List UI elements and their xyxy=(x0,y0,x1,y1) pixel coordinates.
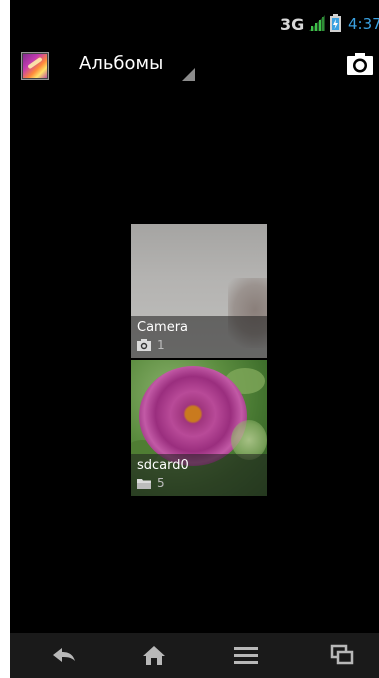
dropdown-caret-icon[interactable] xyxy=(182,68,195,81)
camera-small-icon xyxy=(137,339,151,351)
recent-apps-icon[interactable] xyxy=(328,643,356,667)
folder-icon xyxy=(137,479,151,489)
album-count: 1 xyxy=(157,338,165,352)
album-caption: Camera 1 xyxy=(131,316,267,358)
album-title: Camera xyxy=(137,320,189,335)
status-clock: 4:37 xyxy=(348,15,379,33)
album-caption: sdcard0 5 xyxy=(131,454,267,496)
album-title: sdcard0 xyxy=(137,458,189,473)
page-title[interactable]: Альбомы xyxy=(79,53,163,74)
back-icon[interactable] xyxy=(50,643,78,667)
album-count: 5 xyxy=(157,476,165,490)
home-icon[interactable] xyxy=(140,643,168,667)
navigation-bar xyxy=(10,633,379,678)
gallery-app-icon[interactable] xyxy=(21,52,49,80)
gallery-screen: 3G 4:37 Альбомы Camera 1 sdcard0 5 xyxy=(10,0,379,678)
album-sdcard0[interactable]: sdcard0 5 xyxy=(131,360,267,496)
battery-icon xyxy=(330,14,341,32)
signal-icon xyxy=(309,15,325,31)
album-camera[interactable]: Camera 1 xyxy=(131,224,267,358)
album-thumbnail xyxy=(139,366,247,466)
camera-icon[interactable] xyxy=(346,52,374,76)
status-bar: 3G 4:37 xyxy=(10,0,379,36)
menu-icon[interactable] xyxy=(232,643,260,667)
network-type: 3G xyxy=(280,15,305,34)
